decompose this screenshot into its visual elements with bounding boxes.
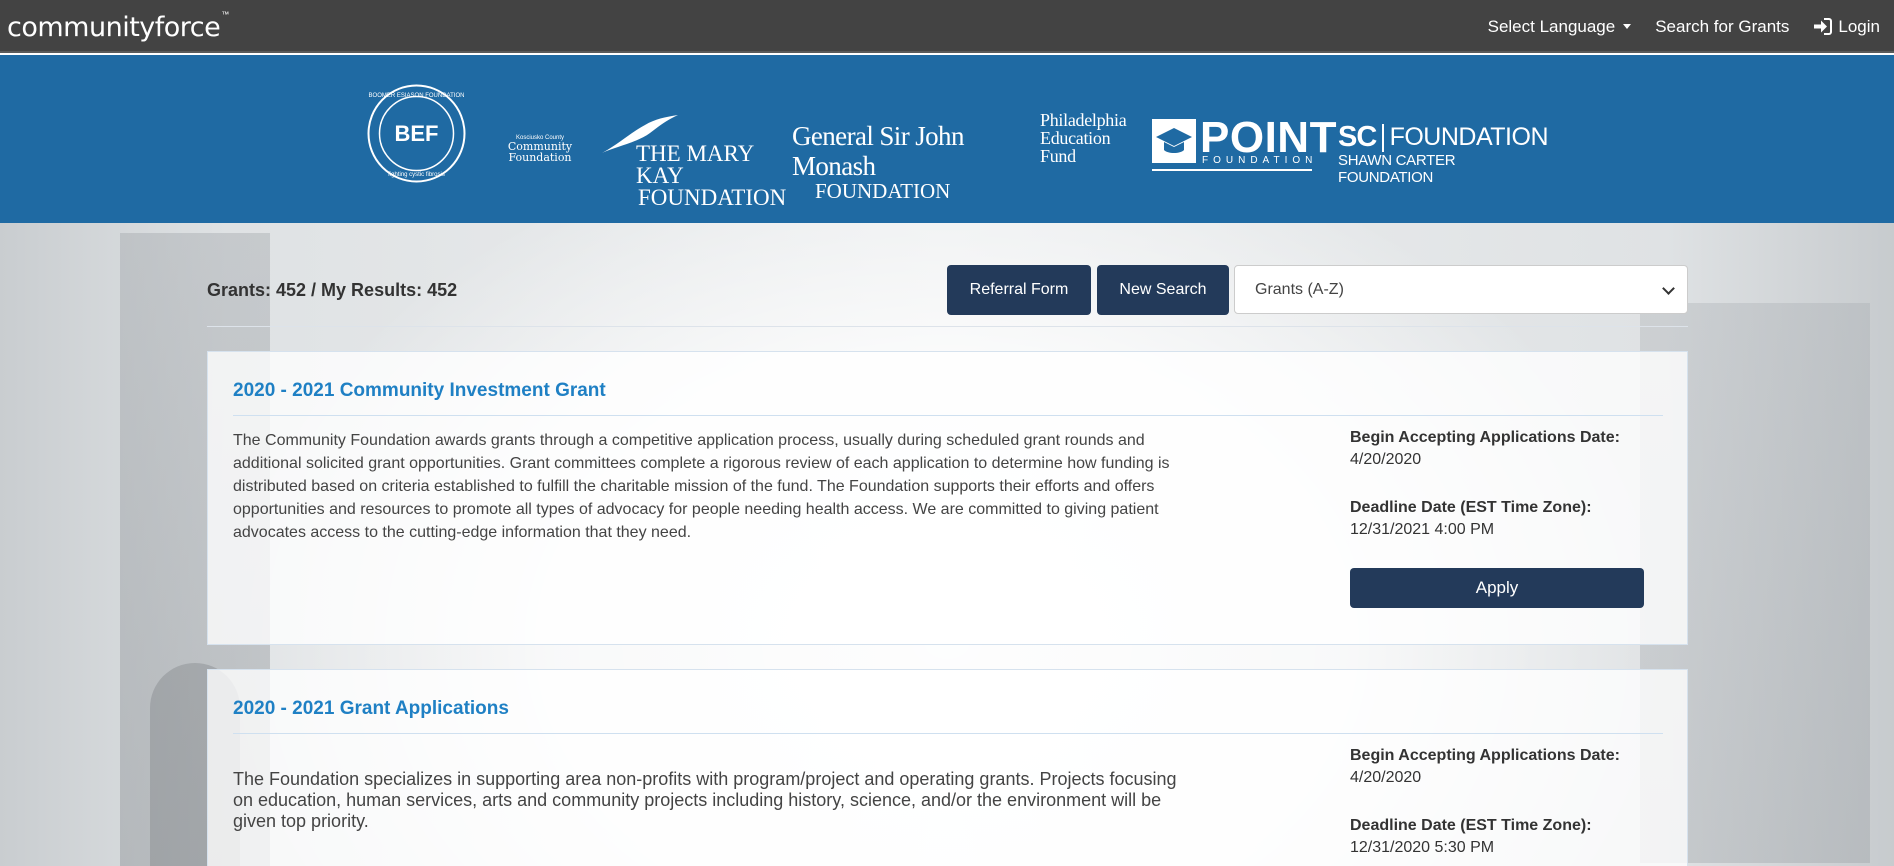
graduation-cap-icon	[1152, 119, 1196, 163]
top-navbar: communityforce ™ Select Language Search …	[0, 0, 1894, 53]
sort-select[interactable]: Grants (A-Z)	[1234, 265, 1688, 314]
card-divider	[233, 415, 1663, 416]
caret-down-icon	[1623, 24, 1632, 29]
search-grants-label: Search for Grants	[1655, 16, 1790, 36]
begin-date-label: Begin Accepting Applications Date:	[1350, 747, 1620, 764]
grant-card: 2020 - 2021 Community Investment Grant T…	[207, 351, 1688, 645]
bef-ring-bottom: fighting cystic fibrosis	[388, 172, 445, 178]
sc-short: SC	[1338, 121, 1377, 153]
toolbar-divider	[207, 326, 1688, 327]
login-label: Login	[1838, 16, 1880, 36]
monash-foundation-logo[interactable]: General Sir John Monash FOUNDATION	[792, 121, 1022, 203]
shawn-carter-foundation-logo[interactable]: SC FOUNDATION SHAWN CARTER FOUNDATION	[1338, 121, 1549, 186]
select-language-dropdown[interactable]: Select Language	[1488, 17, 1632, 37]
new-search-button[interactable]: New Search	[1097, 265, 1229, 315]
nav-links: Select Language Search for Grants Login	[1488, 0, 1880, 53]
deadline-label: Deadline Date (EST Time Zone):	[1350, 499, 1592, 516]
boomer-esiason-foundation-logo[interactable]: BEF BOOMER ESIASON FOUNDATION fighting c…	[366, 83, 467, 184]
point-foundation-logo[interactable]: POINT FOUNDATION	[1152, 113, 1336, 171]
mary-kay-foundation-logo[interactable]: THE MARY KAY FOUNDATION	[600, 113, 787, 210]
foundations-banner: BEF BOOMER ESIASON FOUNDATION fighting c…	[0, 55, 1894, 223]
chevron-down-icon	[1662, 282, 1675, 295]
monash-line1: General Sir John Monash	[792, 121, 964, 181]
sc-divider	[1382, 123, 1384, 152]
login-link[interactable]: Login	[1813, 17, 1880, 37]
bef-ring-top: BOOMER ESIASON FOUNDATION	[369, 93, 465, 99]
begin-date-block: Begin Accepting Applications Date: 4/20/…	[1350, 747, 1620, 787]
deadline-value: 12/31/2020 5:30 PM	[1350, 839, 1495, 856]
monash-line2: FOUNDATION	[815, 179, 951, 203]
card-divider	[233, 733, 1663, 734]
bef-initials: BEF	[395, 121, 439, 146]
trademark-mark: ™	[221, 9, 230, 19]
brand-name: communityforce	[7, 11, 221, 43]
deadline-label: Deadline Date (EST Time Zone):	[1350, 817, 1592, 834]
results-count: Grants: 452 / My Results: 452	[207, 280, 458, 300]
sc-foundation: FOUNDATION	[1389, 123, 1549, 151]
sc-sub: SHAWN CARTER FOUNDATION	[1338, 152, 1456, 186]
dove-icon	[602, 115, 678, 153]
grant-description: The Community Foundation awards grants t…	[233, 432, 1170, 541]
begin-date-block: Begin Accepting Applications Date: 4/20/…	[1350, 429, 1620, 469]
deadline-value: 12/31/2021 4:00 PM	[1350, 521, 1495, 538]
phil-line1: Philadelphia	[1040, 110, 1127, 130]
begin-date-label: Begin Accepting Applications Date:	[1350, 429, 1620, 446]
begin-date-value: 4/20/2020	[1350, 769, 1422, 786]
grant-title-link[interactable]: 2020 - 2021 Community Investment Grant	[233, 380, 606, 402]
grant-title-link[interactable]: 2020 - 2021 Grant Applications	[233, 698, 509, 720]
kosciusko-county-foundation-logo[interactable]: Kosciusko County Community Foundation	[505, 111, 575, 163]
bef-seal-icon: BEF BOOMER ESIASON FOUNDATION fighting c…	[367, 84, 466, 183]
search-grants-link[interactable]: Search for Grants	[1655, 17, 1789, 37]
login-icon	[1814, 18, 1833, 35]
apply-button[interactable]: Apply	[1350, 568, 1644, 608]
begin-date-value: 4/20/2020	[1350, 451, 1422, 468]
marykay-line2: FOUNDATION	[638, 185, 787, 210]
point-underline	[1152, 169, 1312, 171]
phil-line2: Education	[1040, 128, 1111, 148]
grant-card: 2020 - 2021 Grant Applications The Found…	[207, 669, 1688, 866]
deadline-block: Deadline Date (EST Time Zone): 12/31/202…	[1350, 817, 1592, 857]
sort-selected-value: Grants (A-Z)	[1255, 280, 1344, 298]
grant-description: The Foundation specializes in supporting…	[233, 769, 1177, 831]
deadline-block: Deadline Date (EST Time Zone): 12/31/202…	[1350, 499, 1592, 539]
referral-form-button[interactable]: Referral Form	[947, 265, 1091, 315]
select-language-label: Select Language	[1487, 16, 1616, 36]
kc-line2: Foundation	[508, 151, 572, 164]
phil-line3: Fund	[1040, 146, 1076, 166]
communityforce-logo[interactable]: communityforce ™	[7, 4, 229, 50]
philadelphia-education-fund-logo[interactable]: Philadelphia Education Fund	[1040, 111, 1140, 165]
point-sub: FOUNDATION	[1202, 155, 1318, 166]
